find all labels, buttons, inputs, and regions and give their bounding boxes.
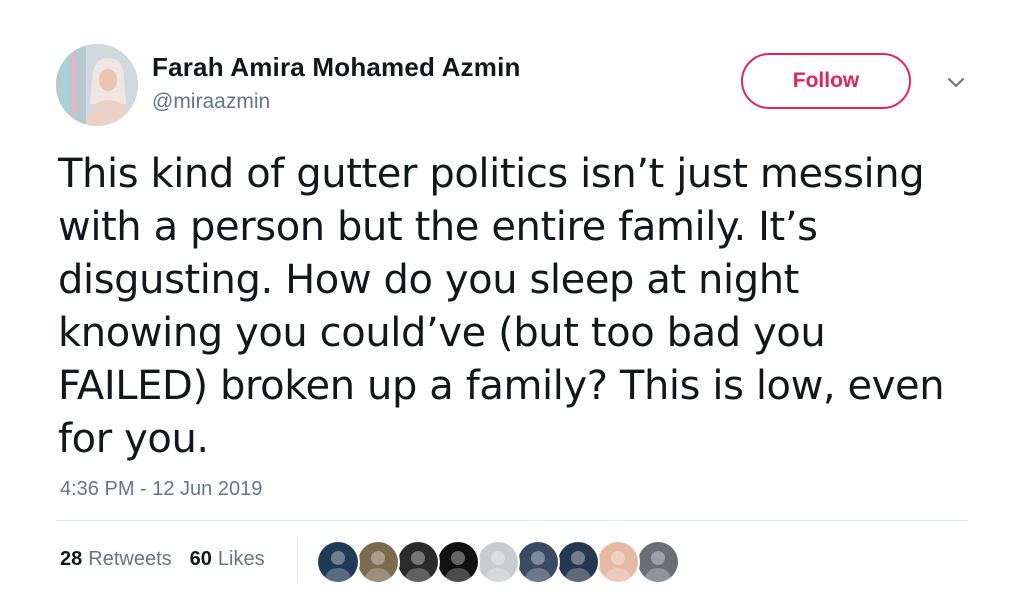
follow-button[interactable]: Follow — [741, 53, 911, 109]
liker-avatar[interactable] — [316, 540, 360, 584]
liker-avatar-icon — [478, 542, 518, 582]
likes-label: Likes — [217, 548, 265, 570]
profile-photo-icon — [56, 44, 138, 126]
tweet-card: Farah Amira Mohamed Azmin @miraazmin Fol… — [0, 0, 1024, 597]
liker-avatar[interactable] — [436, 540, 480, 584]
profile-avatar[interactable] — [56, 44, 138, 126]
liker-avatar[interactable] — [596, 540, 640, 584]
user-handle[interactable]: @miraazmin — [152, 90, 270, 114]
tweet-stats: 28 Retweets 60 Likes — [60, 548, 265, 571]
retweets-label: Retweets — [88, 548, 172, 570]
liker-avatar[interactable] — [356, 540, 400, 584]
liker-avatars — [316, 540, 680, 584]
liker-avatar[interactable] — [636, 540, 680, 584]
retweets-count: 28 — [60, 548, 83, 570]
liker-avatar[interactable] — [516, 540, 560, 584]
likes-count: 60 — [189, 548, 212, 570]
liker-avatar[interactable] — [556, 540, 600, 584]
likes-stat[interactable]: 60 Likes — [190, 548, 265, 571]
liker-avatar-icon — [598, 542, 638, 582]
liker-avatar-icon — [638, 542, 678, 582]
tweet-text: This kind of gutter politics isn’t just … — [58, 151, 945, 462]
liker-avatar[interactable] — [476, 540, 520, 584]
liker-avatar-icon — [358, 542, 398, 582]
retweets-stat[interactable]: 28 Retweets — [60, 548, 172, 571]
tweet-timestamp[interactable]: 4:36 PM - 12 Jun 2019 — [60, 478, 262, 501]
stats-separator — [297, 538, 298, 582]
divider — [56, 520, 968, 521]
liker-avatar[interactable] — [396, 540, 440, 584]
liker-avatar-icon — [318, 542, 358, 582]
liker-avatar-icon — [558, 542, 598, 582]
display-name[interactable]: Farah Amira Mohamed Azmin — [152, 52, 521, 83]
liker-avatar-icon — [438, 542, 478, 582]
liker-avatar-icon — [518, 542, 558, 582]
chevron-down-icon[interactable] — [944, 70, 968, 94]
liker-avatar-icon — [398, 542, 438, 582]
